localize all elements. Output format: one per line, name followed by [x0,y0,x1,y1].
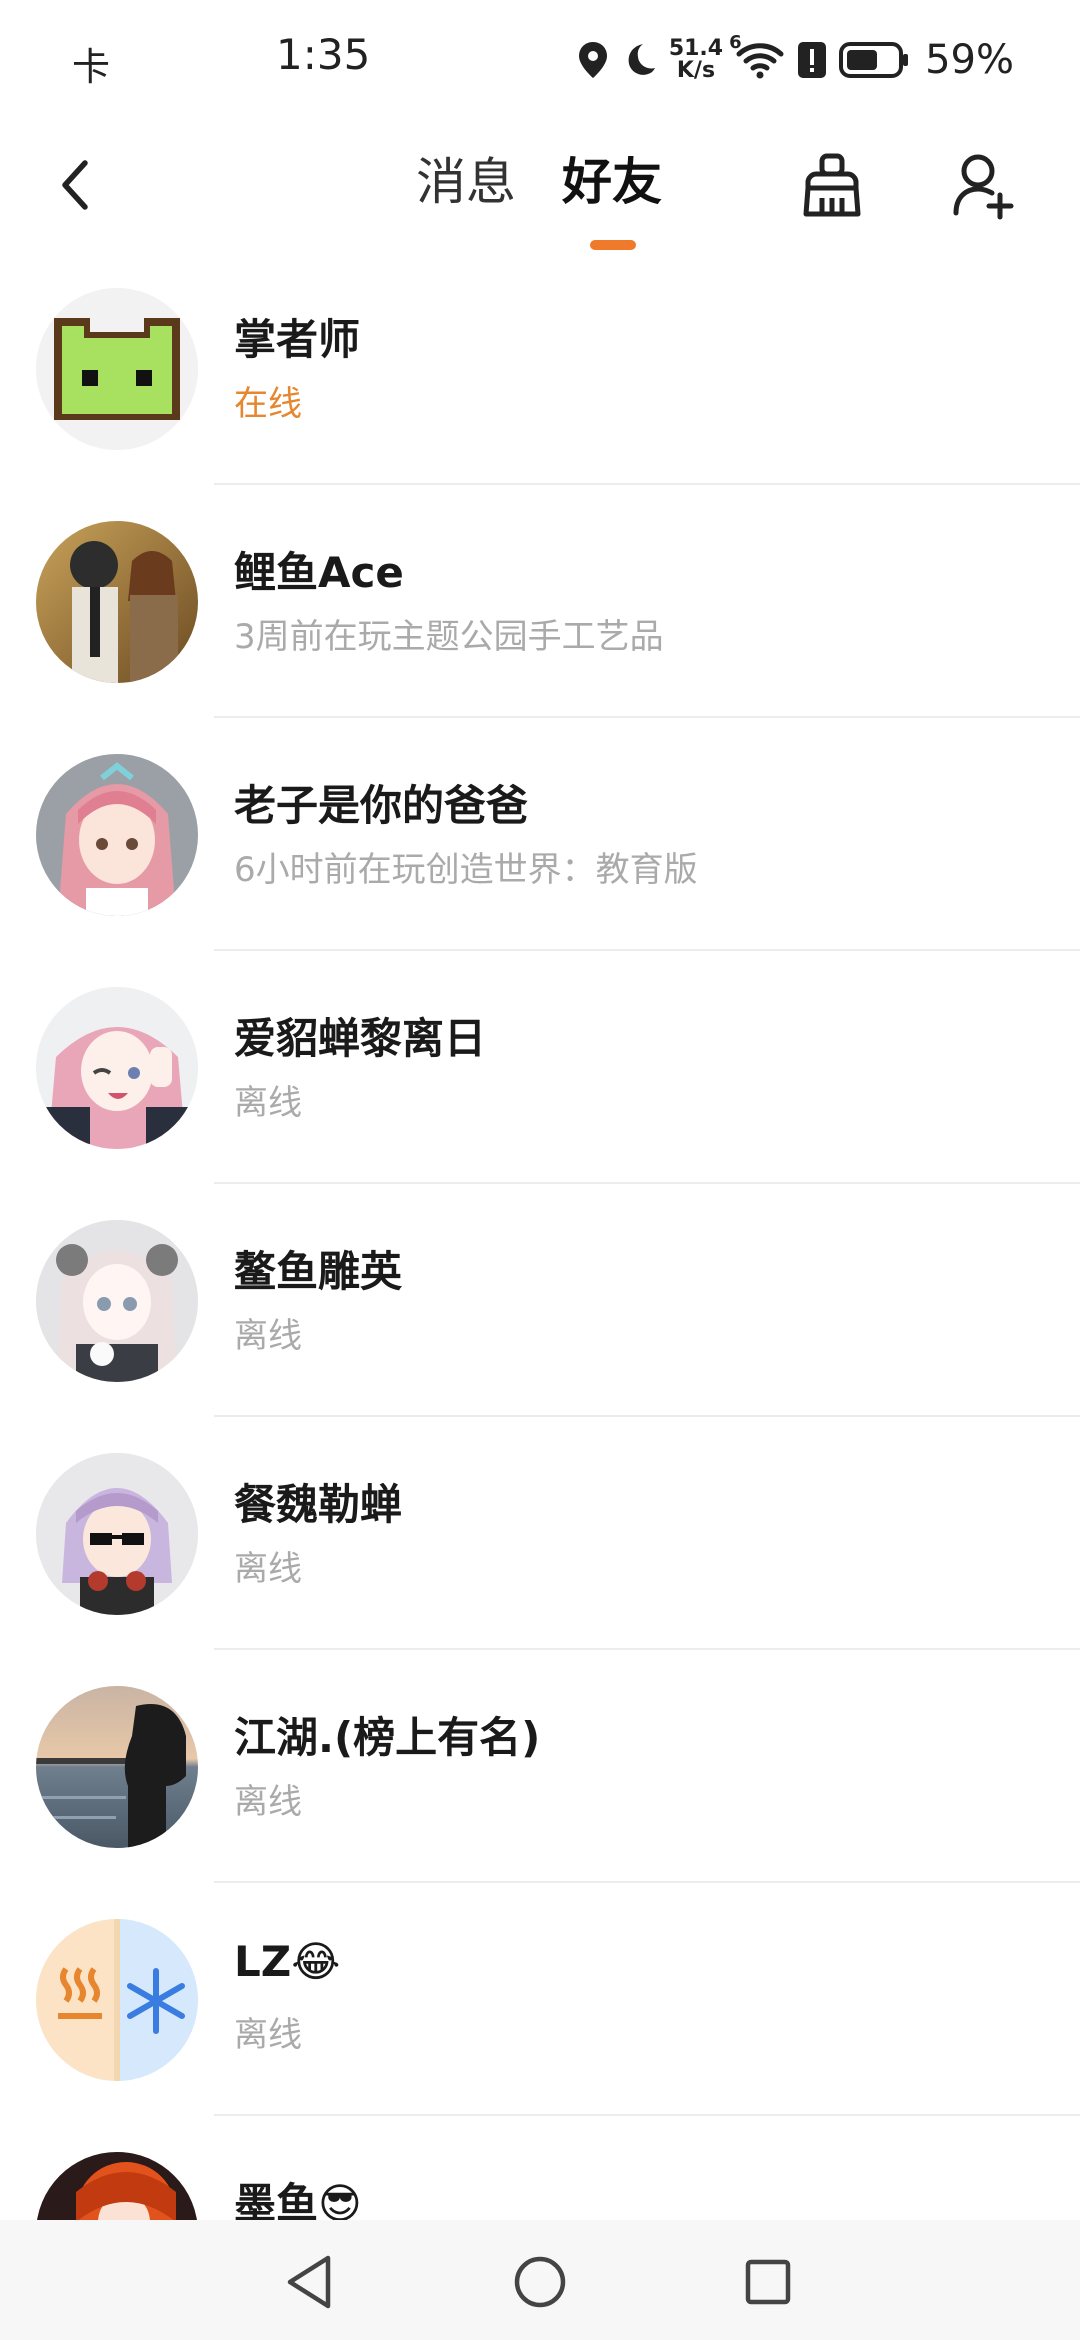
green-pixel-cat-avatar[interactable] [36,288,198,450]
pubg-characters-avatar[interactable] [36,521,198,683]
network-speed: 51.4 K/s [669,38,723,82]
anime-girl-peace-sign-avatar[interactable] [36,987,198,1149]
divider [214,1182,1080,1184]
location-icon [577,40,609,80]
add-user-icon [953,154,1014,220]
do-not-disturb-moon-icon [621,41,657,79]
triangle-back-icon [287,2255,331,2309]
system-recents-button[interactable] [736,2250,800,2314]
purple-hair-sunglasses-avatar[interactable] [36,1453,198,1615]
clean-button[interactable] [796,146,868,226]
divider [214,949,1080,951]
friend-item[interactable]: 爱貂蝉黎离日 离线 [0,985,1080,1218]
friend-item[interactable]: 鳌鱼雕英 离线 [0,1218,1080,1451]
friend-name: 老子是你的爸爸 [234,781,529,830]
friend-status: 离线 [234,1316,302,1356]
friend-name: 鲤鱼Ace [234,548,404,597]
divider [214,1415,1080,1417]
divider [214,2114,1080,2116]
friend-name: LZ😂 [234,1937,341,1986]
status-bar: 卡 1:35 51.4 K/s 6 59% [0,0,1080,120]
battery-icon [839,41,909,79]
friend-item[interactable]: 掌者师 在线 [0,286,1080,519]
chevron-left-icon [62,160,88,210]
friend-item[interactable]: 江湖.(榜上有名) 离线 [0,1684,1080,1917]
divider [214,483,1080,485]
friend-name: 江湖.(榜上有名) [234,1713,541,1762]
active-tab-indicator [590,240,636,250]
friend-item[interactable]: 老子是你的爸爸 6小时前在玩创造世界：教育版 [0,752,1080,985]
hot-cold-split-avatar[interactable] [36,1919,198,2081]
wifi-icon: 6 [729,32,785,80]
carrier-label: 卡 [72,45,111,89]
divider [214,1648,1080,1650]
friend-item[interactable]: 墨鱼😎 [0,2150,1080,2220]
divider [214,1881,1080,1883]
system-back-button[interactable] [278,2250,342,2314]
doll-girl-avatar[interactable] [36,1220,198,1382]
clock: 1:35 [276,30,371,79]
friend-status: 离线 [234,1782,302,1822]
circle-home-icon [514,2256,566,2308]
add-friend-button[interactable] [944,144,1024,228]
friend-status: 3周前在玩主题公园手工艺品 [234,617,664,657]
friend-item[interactable]: 餐魏勒蝉 离线 [0,1451,1080,1684]
network-speed-unit: K/s [676,58,716,83]
friend-status: 6小时前在玩创造世界：教育版 [234,850,698,890]
network-speed-value: 51.4 [668,36,724,61]
friend-name: 掌者师 [234,315,361,364]
alert-icon [797,41,827,79]
friend-status: 离线 [234,1549,302,1589]
wifi-badge: 6 [729,32,742,53]
battery-percent: 59% [925,37,1014,83]
top-nav: 消息 好友 [0,120,1080,260]
tab-messages[interactable]: 消息 [416,150,516,214]
friend-item[interactable]: 鲤鱼Ace 3周前在玩主题公园手工艺品 [0,519,1080,752]
system-navigation-bar [0,2220,1080,2340]
friend-name: 墨鱼😎 [234,2179,362,2220]
friend-status: 离线 [234,2015,302,2055]
square-recents-icon [745,2259,791,2305]
status-icons: 51.4 K/s 6 59% [577,30,1014,90]
system-home-button[interactable] [508,2250,572,2314]
red-anime-avatar[interactable] [36,2152,198,2220]
friend-list[interactable]: 掌者师 在线 鲤鱼Ace 3周前在玩主题公园手工艺品 老子是你的爸爸 6小时前在… [0,286,1080,2220]
pink-hair-anime-girl-avatar[interactable] [36,754,198,916]
divider [214,716,1080,718]
friend-name: 鳌鱼雕英 [234,1247,403,1296]
friend-status: 离线 [234,1083,302,1123]
friend-name: 爱貂蝉黎离日 [234,1014,487,1063]
friend-item[interactable]: LZ😂 离线 [0,1917,1080,2150]
friend-status: 在线 [234,384,302,424]
friend-name: 餐魏勒蝉 [234,1480,403,1529]
silhouette-sunset-lake-avatar[interactable] [36,1686,198,1848]
tab-friends[interactable]: 好友 [562,150,662,214]
broom-clean-icon [803,153,861,217]
back-button[interactable] [40,150,110,220]
